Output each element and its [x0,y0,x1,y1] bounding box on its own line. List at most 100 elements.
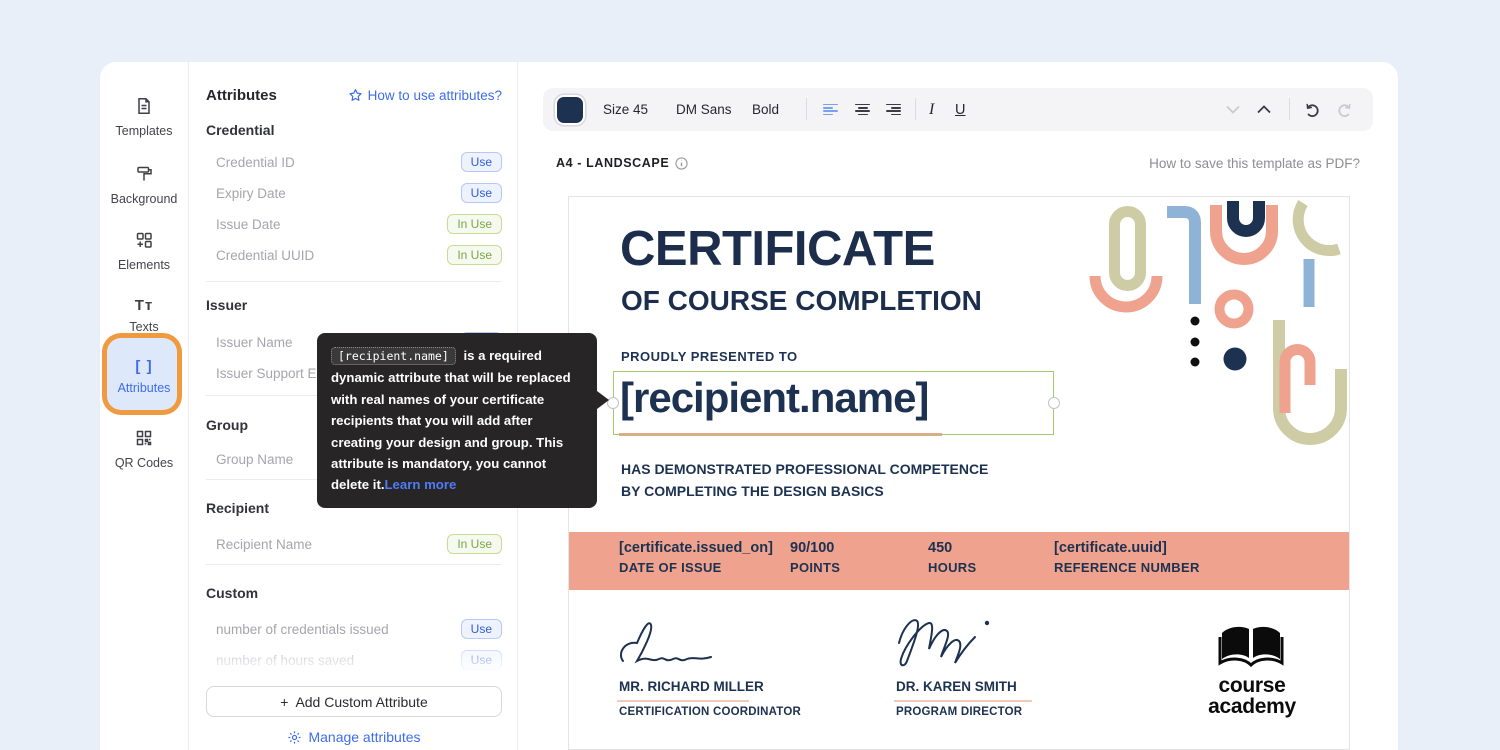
band-label: DATE OF ISSUE [619,560,773,575]
logo-text-line1[interactable]: course [1182,675,1322,696]
certificate-info-band[interactable]: [certificate.issued_on] DATE OF ISSUE 90… [569,532,1350,590]
chevron-down-icon [1226,105,1240,114]
sidebar-item-label: Elements [104,258,184,272]
recipient-selection-box[interactable]: [recipient.name] [613,371,1054,435]
band-value: [certificate.uuid] [1054,540,1200,556]
manage-link-label: Manage attributes [308,729,420,745]
attribute-label: Credential ID [216,155,295,170]
attribute-label: Issuer Name [216,335,293,350]
band-label: REFERENCE NUMBER [1054,560,1200,575]
sidebar-item-templates[interactable]: Templates [104,96,184,138]
star-icon [348,88,363,103]
signer-name-1[interactable]: MR. RICHARD MILLER [619,679,764,694]
band-label: POINTS [790,560,840,575]
undo-button[interactable] [1304,88,1320,131]
elements-grid-icon [134,230,154,250]
redo-button[interactable] [1337,88,1353,131]
learn-more-link[interactable]: Learn more [385,477,457,492]
add-custom-attribute-button[interactable]: + Add Custom Attribute [206,686,502,717]
chevron-up-icon [1257,105,1271,114]
italic-button[interactable]: I [929,88,934,131]
signer-name-2[interactable]: DR. KAREN SMITH [896,679,1017,694]
qr-code-icon [134,428,154,448]
attribute-row: Issue Date In Use [216,212,502,236]
tooltip-text: is a required dynamic attribute that wil… [331,348,571,492]
recipient-attribute-tooltip: [recipient.name] is a required dynamic a… [317,333,597,508]
certificate-canvas[interactable]: CERTIFICATE OF COURSE COMPLETION PROUDLY… [568,196,1350,750]
logo-text-line2[interactable]: academy [1182,696,1322,717]
align-center-button[interactable] [855,88,870,131]
open-book-logo-icon [1218,625,1284,671]
signature-scribble-2 [891,609,1006,671]
in-use-badge[interactable]: In Use [447,534,502,554]
info-icon[interactable] [675,157,688,170]
signature-divider-1 [617,700,749,702]
sidebar-item-background[interactable]: Background [104,164,184,206]
section-header-recipient: Recipient [206,500,269,516]
text-format-toolbar: Size 45 DM Sans Bold I U [543,88,1373,131]
section-header-issuer: Issuer [206,297,247,313]
color-swatch [557,97,583,123]
decorative-shapes [1083,197,1350,453]
band-column-reference: [certificate.uuid] REFERENCE NUMBER [1054,540,1200,575]
toolbar-separator [915,98,916,120]
text-color-picker[interactable] [557,88,583,131]
plus-icon: + [280,694,288,710]
underline-button[interactable]: U [955,88,965,131]
use-badge[interactable]: Use [461,183,502,203]
pdf-help-link[interactable]: How to save this template as PDF? [1149,156,1360,171]
panel-title: Attributes [206,87,277,104]
band-value: [certificate.issued_on] [619,540,773,556]
sidebar-item-label: Background [104,192,184,206]
font-size-dropdown[interactable]: Size 45 [603,88,648,131]
templates-icon [134,96,154,116]
section-header-credential: Credential [206,122,274,138]
presented-label[interactable]: PROUDLY PRESENTED TO [621,349,798,364]
align-center-icon [855,104,870,116]
gear-icon [287,730,302,745]
font-family-dropdown[interactable]: DM Sans [676,88,732,131]
attribute-code-chip: [recipient.name] [331,347,456,365]
layer-down-button[interactable] [1226,88,1240,131]
toolbar-separator [1289,98,1290,120]
redo-icon [1337,102,1353,118]
sidebar-item-attributes[interactable]: [ ] Attributes [104,358,184,395]
certificate-title[interactable]: CERTIFICATE [620,221,935,277]
band-value: 90/100 [790,540,840,556]
toolbar-separator [806,98,807,120]
texts-icon: Tт [135,297,154,317]
align-right-button[interactable] [886,88,901,131]
manage-attributes-link[interactable]: Manage attributes [206,729,502,745]
section-header-group: Group [206,417,248,433]
attribute-label: Credential UUID [216,248,314,263]
font-weight-dropdown[interactable]: Bold [752,88,779,131]
certificate-subtitle[interactable]: OF COURSE COMPLETION [621,285,982,317]
in-use-badge[interactable]: In Use [447,245,502,265]
signature-divider-2 [894,700,1032,702]
signer-role-2[interactable]: PROGRAM DIRECTOR [896,706,1022,718]
certificate-body-text[interactable]: HAS DEMONSTRATED PROFESSIONAL COMPETENCE… [621,459,988,502]
sidebar-item-texts[interactable]: Tт Texts [104,297,184,334]
in-use-badge[interactable]: In Use [447,214,502,234]
band-value: 450 [928,540,976,556]
body-line-1: HAS DEMONSTRATED PROFESSIONAL COMPETENCE [621,459,988,481]
signer-role-1[interactable]: CERTIFICATION COORDINATOR [619,706,801,718]
align-left-button[interactable] [823,88,838,131]
page-format-label: A4 - LANDSCAPE [556,156,688,170]
signature-scribble-1 [613,615,733,673]
attribute-label: Recipient Name [216,537,312,552]
layer-up-button[interactable] [1257,88,1271,131]
align-left-icon [823,104,838,116]
recipient-placeholder-text[interactable]: [recipient.name] [620,374,928,422]
sidebar-item-qr-codes[interactable]: QR Codes [104,428,184,470]
attribute-label: Expiry Date [216,186,286,201]
how-to-use-attributes-link[interactable]: How to use attributes? [348,88,502,103]
use-badge[interactable]: Use [461,152,502,172]
resize-handle-right[interactable] [1048,397,1060,409]
attribute-row: Recipient Name In Use [216,532,502,556]
sidebar-item-elements[interactable]: Elements [104,230,184,272]
paint-roller-icon [134,164,154,184]
attribute-row: Expiry Date Use [216,181,502,205]
format-text: A4 - LANDSCAPE [556,156,669,170]
undo-icon [1304,102,1320,118]
